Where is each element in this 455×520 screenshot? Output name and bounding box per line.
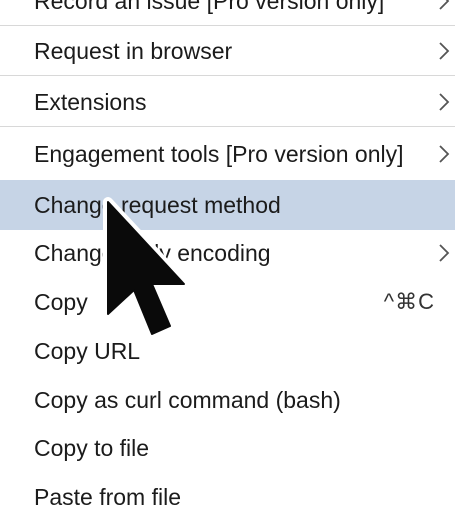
menu-item-engagement-tools[interactable]: Engagement tools [Pro version only] <box>0 139 455 169</box>
menu-separator <box>0 75 455 76</box>
menu-item-label: Copy as curl command (bash) <box>34 387 341 413</box>
menu-item-copy-to-file[interactable]: Copy to file <box>0 433 455 463</box>
context-menu: Record an issue [Pro version only] Reque… <box>0 0 455 520</box>
menu-item-label: Extensions <box>34 89 147 115</box>
menu-item-record-issue[interactable]: Record an issue [Pro version only] <box>0 0 455 16</box>
keyboard-shortcut: ^⌘C <box>383 289 435 314</box>
menu-item-copy-as-curl[interactable]: Copy as curl command (bash) <box>0 385 455 415</box>
chevron-right-icon <box>435 87 453 117</box>
menu-item-label: Copy URL <box>34 338 141 364</box>
menu-item-copy[interactable]: Copy ^⌘C <box>0 287 455 317</box>
menu-item-label: Copy to file <box>34 435 150 461</box>
menu-item-copy-url[interactable]: Copy URL <box>0 336 455 366</box>
menu-separator <box>0 126 455 127</box>
menu-item-request-in-browser[interactable]: Request in browser <box>0 36 455 66</box>
menu-item-label: Copy <box>34 289 88 315</box>
chevron-right-icon <box>435 238 453 268</box>
menu-item-label: Request in browser <box>34 38 233 64</box>
menu-item-change-body-encoding[interactable]: Change body encoding <box>0 238 455 268</box>
menu-item-label: Paste from file <box>34 484 181 510</box>
chevron-right-icon <box>435 139 453 169</box>
menu-item-change-request-method[interactable]: Change request method <box>0 180 455 230</box>
menu-item-label: Change request method <box>34 192 281 218</box>
menu-item-paste-from-file[interactable]: Paste from file <box>0 482 455 512</box>
menu-item-label: Engagement tools [Pro version only] <box>34 141 404 167</box>
chevron-right-icon <box>435 0 453 16</box>
menu-separator <box>0 25 455 26</box>
menu-item-extensions[interactable]: Extensions <box>0 87 455 117</box>
chevron-right-icon <box>435 36 453 66</box>
menu-item-label: Change body encoding <box>34 240 271 266</box>
menu-item-label: Record an issue [Pro version only] <box>34 0 385 14</box>
